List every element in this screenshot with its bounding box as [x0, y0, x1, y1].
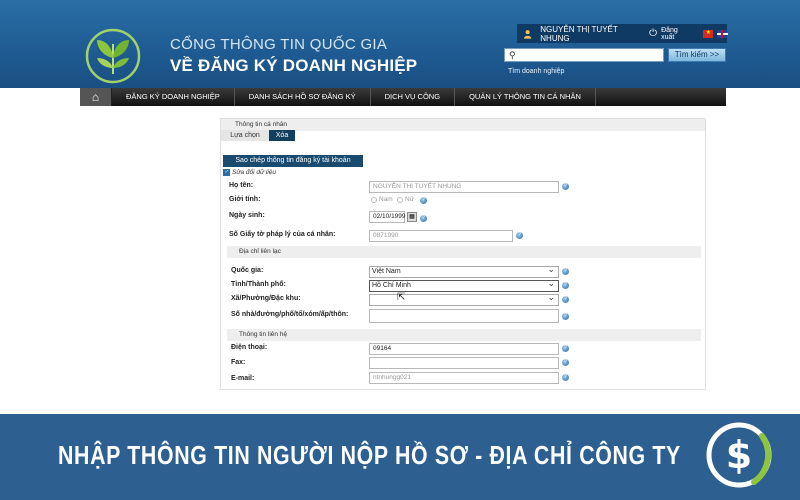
street-label: Số nhà/đường/phố/tổ/xóm/ấp/thôn: — [231, 311, 349, 318]
nav-item-registration-list[interactable]: DANH SÁCH HỒ SƠ ĐĂNG KÝ — [235, 88, 371, 106]
gender-label: Giới tính: — [229, 196, 261, 203]
svg-text:$: $ — [726, 433, 752, 477]
province-select[interactable]: Hồ Chí Minh — [369, 278, 559, 292]
main-nav: ⌂ ĐĂNG KÝ DOANH NGHIỆP DANH SÁCH HỒ SƠ Đ… — [80, 88, 726, 106]
nav-item-personal-info[interactable]: QUẢN LÝ THÔNG TIN CÁ NHÂN — [455, 88, 596, 106]
gender-female-radio[interactable]: Nữ — [397, 196, 414, 203]
home-icon[interactable]: ⌂ — [80, 88, 112, 106]
footer-banner: NHẬP THÔNG TIN NGƯỜI NỘP HỒ SƠ - ĐỊA CHỈ… — [0, 414, 800, 500]
help-icon[interactable]: ? — [420, 197, 427, 204]
user-icon — [523, 29, 532, 39]
help-icon[interactable]: ? — [562, 313, 569, 320]
street-field[interactable] — [369, 309, 559, 323]
search-icon: ⚲ — [509, 50, 516, 60]
dollar-logo-icon: $ — [706, 422, 772, 488]
portal-title-line1: CỔNG THÔNG TIN QUỐC GIA — [170, 36, 388, 53]
gender-male-radio[interactable]: Nam — [371, 196, 393, 203]
fax-field[interactable] — [369, 357, 559, 369]
help-icon[interactable]: ? — [562, 296, 569, 303]
name-field[interactable]: NGUYỄN THỊ TUYẾT NHUNG — [369, 181, 559, 193]
phone-field[interactable]: 09164 — [369, 343, 559, 355]
help-icon[interactable]: ? — [420, 215, 427, 222]
search-button[interactable]: Tìm kiếm >> — [668, 48, 726, 62]
english-flag-icon[interactable] — [716, 29, 729, 38]
user-bar: NGUYỄN THỊ TUYẾT NHUNG ⏻ Đăng xuất — [517, 24, 729, 43]
site-header: CỔNG THÔNG TIN QUỐC GIA VỀ ĐĂNG KÝ DOANH… — [0, 0, 800, 88]
help-icon[interactable]: ? — [562, 374, 569, 381]
gender-female-label: Nữ — [405, 196, 415, 203]
tab-select[interactable]: Lựa chọn — [221, 130, 269, 141]
mouse-cursor-icon: ⇱ — [397, 292, 406, 303]
name-label: Họ tên: — [229, 182, 254, 189]
id-field[interactable]: 0871990 — [369, 230, 513, 242]
email-field[interactable]: ntnhungg021 — [369, 372, 559, 384]
id-label: Số Giấy tờ pháp lý của cá nhân: — [229, 231, 336, 238]
vietnam-flag-icon[interactable] — [702, 29, 713, 38]
fax-label: Fax: — [231, 359, 246, 366]
banner-text: NHẬP THÔNG TIN NGƯỜI NỘP HỒ SƠ - ĐỊA CHỈ… — [58, 440, 681, 470]
email-label: E-mail: — [231, 375, 255, 382]
copy-account-info-button[interactable]: Sao chép thông tin đăng ký tài khoản — [223, 155, 363, 167]
contact-section-title: Thông tin liên hệ — [227, 329, 701, 341]
help-icon[interactable]: ? — [562, 359, 569, 366]
country-label: Quốc gia: — [231, 267, 264, 274]
nav-item-business-registration[interactable]: ĐĂNG KÝ DOANH NGHIỆP — [112, 88, 235, 106]
help-icon[interactable]: ? — [562, 282, 569, 289]
checkbox-checked-icon[interactable]: ✓ — [223, 169, 230, 176]
tab-delete[interactable]: Xóa — [269, 130, 295, 141]
nav-item-public-services[interactable]: DỊCH VỤ CÔNG — [371, 88, 456, 106]
help-icon[interactable]: ? — [562, 345, 569, 352]
personal-info-form: Thông tin cá nhân Lựa chọn Xóa Sao chép … — [220, 118, 706, 390]
find-business-link[interactable]: Tìm doanh nghiệp — [508, 68, 564, 75]
gender-male-label: Nam — [379, 196, 393, 203]
edit-data-label: Sửa đổi dữ liệu — [232, 169, 277, 176]
ward-label: Xã/Phường/Đặc khu: — [231, 295, 301, 302]
help-icon[interactable]: ? — [516, 232, 523, 239]
search-input[interactable]: ⚲ — [504, 48, 664, 62]
edit-data-checkbox[interactable]: ✓ Sửa đổi dữ liệu — [223, 169, 276, 176]
phone-label: Điện thoại: — [231, 344, 268, 351]
portal-title-line2: VỀ ĐĂNG KÝ DOANH NGHIỆP — [170, 56, 418, 75]
help-icon[interactable]: ? — [562, 183, 569, 190]
dob-field[interactable]: 02/10/1999 — [369, 211, 406, 223]
address-section-title: Địa chỉ liên lạc — [227, 246, 701, 258]
province-label: Tỉnh/Thành phố: — [231, 281, 286, 288]
country-select[interactable]: Việt Nam — [369, 264, 559, 278]
portal-logo-icon — [85, 28, 141, 84]
power-icon[interactable]: ⏻ — [649, 28, 657, 39]
help-icon[interactable]: ? — [562, 268, 569, 275]
calendar-icon[interactable]: ▦ — [407, 212, 417, 222]
dob-label: Ngày sinh: — [229, 212, 265, 219]
logout-link[interactable]: Đăng xuất — [661, 27, 691, 41]
user-name[interactable]: NGUYỄN THỊ TUYẾT NHUNG — [540, 25, 641, 43]
